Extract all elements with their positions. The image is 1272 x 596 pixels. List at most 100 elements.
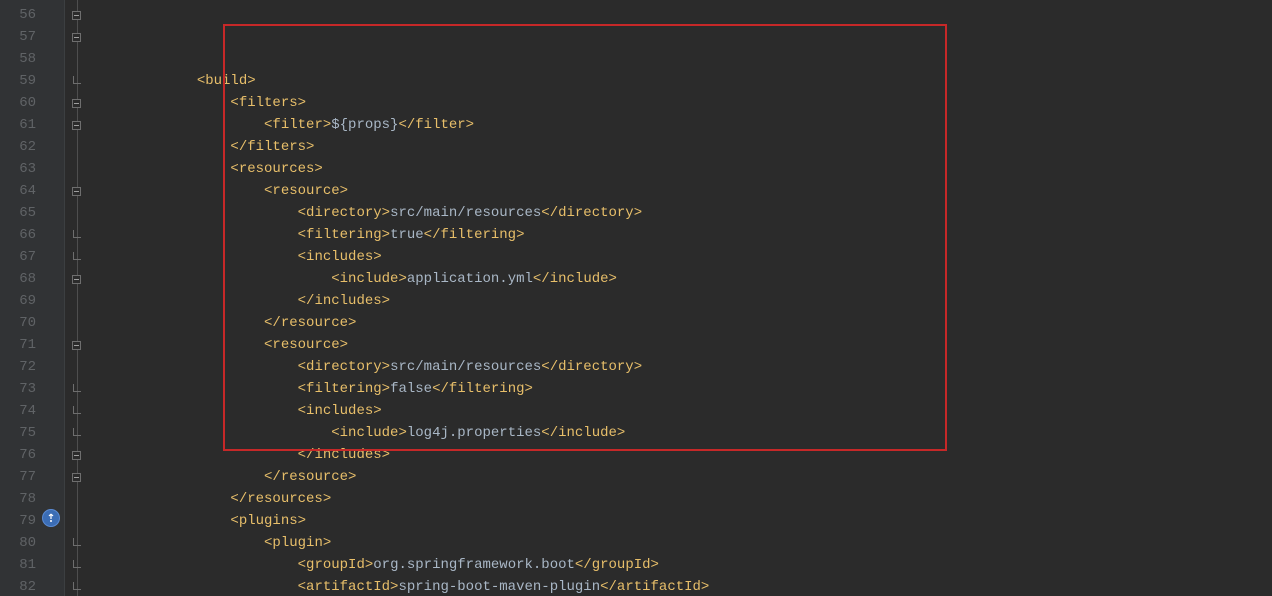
code-line[interactable]: <directory>src/main/resources</directory… xyxy=(88,202,1272,224)
line-number: 67 xyxy=(0,246,36,268)
xml-tag: <resources> xyxy=(230,161,322,177)
fold-gutter[interactable] xyxy=(64,0,88,596)
xml-tag: <filtering> xyxy=(298,381,390,397)
code-line[interactable]: <filters> xyxy=(88,92,1272,114)
fold-row[interactable] xyxy=(65,422,88,444)
xml-tag: <resource> xyxy=(264,183,348,199)
xml-text: log4j.properties xyxy=(407,425,541,441)
fold-toggle-icon[interactable] xyxy=(72,99,81,108)
code-line[interactable]: <filter>${props}</filter> xyxy=(88,114,1272,136)
xml-text: ${props} xyxy=(331,117,398,133)
fold-row[interactable] xyxy=(65,4,88,26)
fold-row[interactable] xyxy=(65,26,88,48)
code-editor[interactable]: 5657585960616263646566676869707172737475… xyxy=(0,0,1272,596)
code-line[interactable]: <include>application.yml</include> xyxy=(88,268,1272,290)
fold-row[interactable] xyxy=(65,510,88,532)
fold-row[interactable] xyxy=(65,444,88,466)
xml-text: src/main/resources xyxy=(390,359,541,375)
line-number: 61 xyxy=(0,114,36,136)
code-line[interactable]: </resources> xyxy=(88,488,1272,510)
fold-row[interactable] xyxy=(65,290,88,312)
line-number: 59 xyxy=(0,70,36,92)
code-area[interactable]: <build> <filters> <filter>${props}</filt… xyxy=(88,0,1272,596)
fold-row[interactable] xyxy=(65,158,88,180)
xml-text: true xyxy=(390,227,424,243)
fold-end-icon xyxy=(73,230,81,238)
xml-tag: <groupId> xyxy=(298,557,374,573)
code-line[interactable]: </includes> xyxy=(88,444,1272,466)
fold-row[interactable] xyxy=(65,356,88,378)
fold-toggle-icon[interactable] xyxy=(72,275,81,284)
fold-row[interactable] xyxy=(65,554,88,576)
line-number: 66 xyxy=(0,224,36,246)
fold-toggle-icon[interactable] xyxy=(72,187,81,196)
fold-row[interactable] xyxy=(65,532,88,554)
code-line[interactable]: <include>log4j.properties</include> xyxy=(88,422,1272,444)
fold-end-icon xyxy=(73,428,81,436)
fold-toggle-icon[interactable] xyxy=(72,341,81,350)
code-line[interactable]: <includes> xyxy=(88,246,1272,268)
fold-row[interactable] xyxy=(65,466,88,488)
line-number: 58 xyxy=(0,48,36,70)
code-line[interactable]: </filters> xyxy=(88,136,1272,158)
code-line[interactable]: <plugin> xyxy=(88,532,1272,554)
code-line[interactable]: </resource> xyxy=(88,312,1272,334)
xml-tag: </filtering> xyxy=(432,381,533,397)
line-number: 81 xyxy=(0,554,36,576)
fold-row[interactable] xyxy=(65,246,88,268)
xml-tag: <artifactId> xyxy=(298,579,399,595)
fold-row[interactable] xyxy=(65,378,88,400)
code-line[interactable]: <groupId>org.springframework.boot</group… xyxy=(88,554,1272,576)
fold-toggle-icon[interactable] xyxy=(72,11,81,20)
line-number: 70 xyxy=(0,312,36,334)
line-number-gutter: 5657585960616263646566676869707172737475… xyxy=(0,0,44,596)
fold-end-icon xyxy=(73,538,81,546)
line-number: 56 xyxy=(0,4,36,26)
xml-text: src/main/resources xyxy=(390,205,541,221)
line-number: 65 xyxy=(0,202,36,224)
line-number: 79 xyxy=(0,510,36,532)
fold-row[interactable] xyxy=(65,576,88,596)
code-line[interactable]: <directory>src/main/resources</directory… xyxy=(88,356,1272,378)
line-number: 73 xyxy=(0,378,36,400)
fold-toggle-icon[interactable] xyxy=(72,121,81,130)
fold-row[interactable] xyxy=(65,48,88,70)
fold-row[interactable] xyxy=(65,136,88,158)
fold-row[interactable] xyxy=(65,224,88,246)
code-line[interactable]: <filtering>false</filtering> xyxy=(88,378,1272,400)
fold-row[interactable] xyxy=(65,268,88,290)
run-gutter-icon[interactable] xyxy=(42,509,60,527)
fold-row[interactable] xyxy=(65,70,88,92)
code-line[interactable]: <plugins> xyxy=(88,510,1272,532)
fold-row[interactable] xyxy=(65,400,88,422)
fold-toggle-icon[interactable] xyxy=(72,33,81,42)
fold-toggle-icon[interactable] xyxy=(72,473,81,482)
xml-tag: <directory> xyxy=(298,205,390,221)
fold-end-icon xyxy=(73,252,81,260)
xml-tag: </artifactId> xyxy=(600,579,709,595)
code-line[interactable]: <resources> xyxy=(88,158,1272,180)
line-number: 76 xyxy=(0,444,36,466)
code-line[interactable]: <build> xyxy=(88,70,1272,92)
code-line[interactable]: <filtering>true</filtering> xyxy=(88,224,1272,246)
line-number: 68 xyxy=(0,268,36,290)
fold-toggle-icon[interactable] xyxy=(72,451,81,460)
fold-row[interactable] xyxy=(65,334,88,356)
xml-tag: </filter> xyxy=(398,117,474,133)
fold-row[interactable] xyxy=(65,312,88,334)
xml-tag: <directory> xyxy=(298,359,390,375)
code-line[interactable]: </resource> xyxy=(88,466,1272,488)
fold-row[interactable] xyxy=(65,202,88,224)
fold-row[interactable] xyxy=(65,114,88,136)
code-line[interactable]: <resource> xyxy=(88,180,1272,202)
code-line[interactable]: </includes> xyxy=(88,290,1272,312)
fold-row[interactable] xyxy=(65,488,88,510)
xml-tag: </filters> xyxy=(230,139,314,155)
xml-text: false xyxy=(390,381,432,397)
xml-tag: <include> xyxy=(331,425,407,441)
code-line[interactable]: <artifactId>spring-boot-maven-plugin</ar… xyxy=(88,576,1272,596)
fold-row[interactable] xyxy=(65,180,88,202)
code-line[interactable]: <resource> xyxy=(88,334,1272,356)
fold-row[interactable] xyxy=(65,92,88,114)
code-line[interactable]: <includes> xyxy=(88,400,1272,422)
